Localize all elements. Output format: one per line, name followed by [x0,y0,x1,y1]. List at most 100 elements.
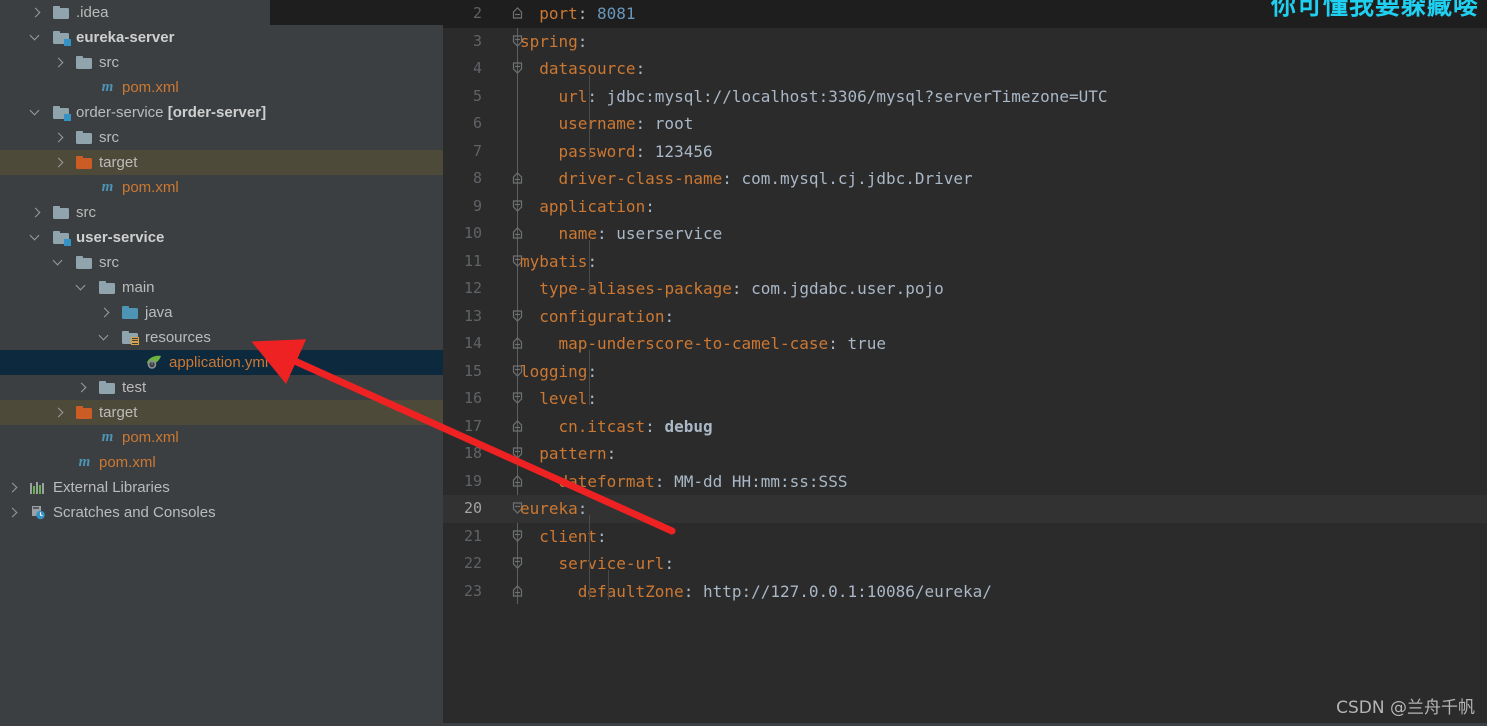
chevron-right-icon[interactable] [8,482,19,493]
code-token: service-url [558,554,665,573]
code-editor-pane[interactable]: 2 port: 8081 3 spring: 4 datasource: 5 url: jdb… [270,0,1487,726]
tree-item-label: user-service [76,229,165,246]
fold-start-icon[interactable] [511,523,525,551]
chevron-right-icon[interactable] [31,7,42,18]
fold-end-icon[interactable] [511,578,525,606]
code-line[interactable]: 9 application: [443,193,1487,221]
code-line[interactable]: 21 client: [443,523,1487,551]
tree-item-label: pom.xml [99,454,156,471]
code-token: cn.itcast [558,416,646,436]
fold-end-icon[interactable] [511,220,525,248]
code-line[interactable]: 11 mybatis: [443,248,1487,276]
fold-start-icon[interactable] [511,385,525,413]
fold-end-icon[interactable] [511,468,525,496]
code-token: level [539,389,588,408]
code-line[interactable]: 19 dateformat: MM-dd HH:mm:ss:SSS [443,468,1487,496]
fold-end-icon[interactable] [511,165,525,193]
fold-start-icon[interactable] [511,550,525,578]
chevron-right-icon[interactable] [77,382,88,393]
chevron-right-icon[interactable] [54,407,65,418]
tree-row[interactable]: eureka-server [0,25,443,50]
code-line[interactable]: 12 type-aliases-package: com.jgdabc.user.… [443,275,1487,303]
code-token: datasource [539,59,636,78]
code-line[interactable]: 17 cn.itcast: debug [443,413,1487,441]
line-number: 12 [463,279,482,297]
chevron-right-icon[interactable] [100,307,111,318]
fold-start-icon[interactable] [511,55,525,83]
line-number: 5 [472,86,482,105]
tree-row[interactable]: user-service [0,225,443,250]
tree-row[interactable]: m pom.xml [0,175,443,200]
indent-guide [589,350,590,405]
chevron-down-icon[interactable] [77,282,88,293]
chevron-down-icon[interactable] [31,107,42,118]
code-line[interactable]: 22 service-url: [443,550,1487,578]
code-token: MM-dd HH:mm:ss:SSS [674,471,848,491]
code-line[interactable]: 15 logging: [443,358,1487,386]
tree-row[interactable]: application.yml [0,350,443,375]
fold-start-icon[interactable] [511,303,525,331]
chevron-right-icon[interactable] [54,132,65,143]
fold-end-icon[interactable] [511,0,525,28]
chevron-down-icon[interactable] [31,232,42,243]
code-line[interactable]: 23 defaultZone: http://127.0.0.1:10086/eu… [443,578,1487,606]
tree-row[interactable]: Scratches and Consoles [0,500,443,525]
code-line[interactable]: 13 configuration: [443,303,1487,331]
code-token: spring [520,31,578,51]
code-lines-container[interactable]: 2 port: 8081 3 spring: 4 datasource: 5 url: jdb… [443,0,1487,605]
code-line[interactable]: 3 spring: [443,28,1487,56]
tree-row[interactable]: main [0,275,443,300]
fold-end-icon[interactable] [511,413,525,441]
tree-row[interactable]: target [0,400,443,425]
tree-row[interactable]: order-service [order-server] [0,100,443,125]
chevron-right-icon[interactable] [8,507,19,518]
chevron-down-icon[interactable] [31,32,42,43]
code-line[interactable]: 4 datasource: [443,55,1487,83]
code-line[interactable]: 5 url: jdbc:mysql://localhost:3306/mysql?… [443,83,1487,111]
tree-item-label: External Libraries [53,479,170,496]
tree-row[interactable]: src [0,200,443,225]
code-token: : [635,59,646,78]
tree-row[interactable]: resources [0,325,443,350]
tree-row[interactable]: m pom.xml [0,75,443,100]
code-token: username [558,114,636,133]
folder-icon [76,255,93,270]
line-number: 10 [463,224,482,242]
code-text: application: [539,193,655,221]
tree-row[interactable]: External Libraries [0,475,443,500]
chevron-right-icon[interactable] [54,157,65,168]
fold-end-icon[interactable] [511,330,525,358]
code-line[interactable]: 14 map-underscore-to-camel-case: true [443,330,1487,358]
maven-icon: m [101,79,114,95]
code-line[interactable]: 18 pattern: [443,440,1487,468]
code-token: url [558,86,588,106]
tree-row[interactable]: java [0,300,443,325]
tree-row[interactable]: m pom.xml [0,425,443,450]
tree-row[interactable]: src [0,125,443,150]
code-line[interactable]: 16 level: [443,385,1487,413]
fold-start-icon[interactable] [511,193,525,221]
code-token: : [664,554,675,573]
module-folder-icon [53,230,71,246]
tree-no-toggle [123,357,134,368]
code-token: : [828,334,848,353]
code-line[interactable]: 10 name: userservice [443,220,1487,248]
tree-row[interactable]: target [0,150,443,175]
code-line[interactable]: 8 driver-class-name: com.mysql.cj.jdbc.Dr… [443,165,1487,193]
code-line[interactable]: 20 eureka: [443,495,1487,523]
tree-no-toggle [77,182,88,193]
chevron-right-icon[interactable] [54,57,65,68]
tree-row[interactable]: test [0,375,443,400]
tree-row[interactable]: src [0,250,443,275]
line-number: 6 [472,114,482,132]
project-tool-window[interactable]: .idea eureka-server src m pom.xml order-servi… [0,0,443,726]
code-line[interactable]: 6 username: root [443,110,1487,138]
chevron-down-icon[interactable] [100,332,111,343]
tree-row[interactable]: m pom.xml [0,450,443,475]
chevron-right-icon[interactable] [31,207,42,218]
fold-start-icon[interactable] [511,440,525,468]
tree-row[interactable]: src [0,50,443,75]
code-token: : [664,306,675,326]
chevron-down-icon[interactable] [54,257,65,268]
code-line[interactable]: 7 password: 123456 [443,138,1487,166]
